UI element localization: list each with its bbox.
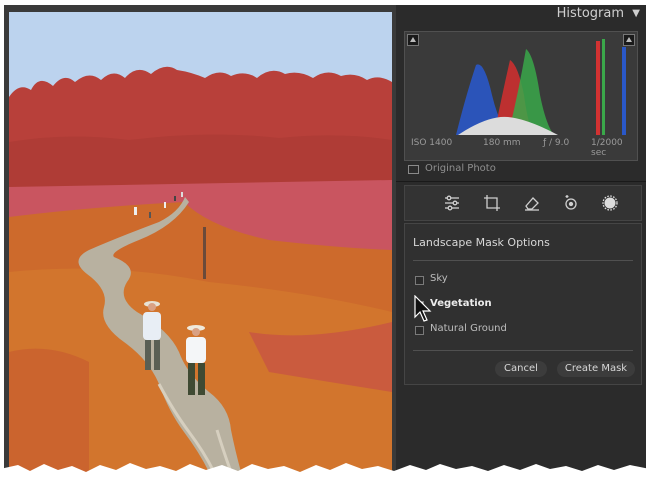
photo-canvas (4, 5, 396, 475)
masking-icon[interactable] (601, 194, 619, 212)
mouse-pointer-icon (414, 295, 432, 322)
landscape-mask-options: Landscape Mask Options Sky Vegetation Na… (404, 223, 642, 385)
sky-checkbox[interactable] (415, 276, 424, 285)
divider (413, 350, 633, 351)
original-photo-label: Original Photo (425, 163, 496, 174)
right-panel: Histogram ▼ ISO 1400 180 mm ƒ / 9.0 1/20… (396, 5, 646, 475)
redeye-icon[interactable] (562, 194, 580, 212)
collapse-triangle-icon[interactable]: ▼ (632, 8, 640, 19)
tool-strip (404, 185, 642, 221)
sliders-icon[interactable] (443, 194, 461, 212)
original-photo-toggle[interactable]: Original Photo (408, 163, 628, 177)
crop-icon[interactable] (483, 194, 501, 212)
divider (413, 260, 633, 261)
sky-label: Sky (430, 273, 448, 284)
option-vegetation[interactable]: Vegetation (413, 298, 613, 312)
iso-value: ISO 1400 (411, 138, 453, 148)
focal-length: 180 mm (483, 138, 521, 148)
aperture: ƒ / 9.0 (543, 138, 570, 148)
mask-options-title: Landscape Mask Options (413, 236, 550, 249)
exif-info: ISO 1400 180 mm ƒ / 9.0 1/2000 sec (411, 138, 631, 158)
original-photo-checkbox[interactable] (408, 165, 419, 174)
natural-ground-checkbox[interactable] (415, 326, 424, 335)
histogram-header[interactable]: Histogram ▼ (396, 5, 646, 25)
torn-edge-decoration (0, 463, 650, 480)
app-window: Histogram ▼ ISO 1400 180 mm ƒ / 9.0 1/20… (4, 5, 646, 475)
divider (396, 181, 646, 182)
cancel-button[interactable]: Cancel (495, 361, 547, 377)
vegetation-label: Vegetation (430, 298, 492, 309)
histogram: ISO 1400 180 mm ƒ / 9.0 1/2000 sec (404, 31, 638, 161)
shutter-speed: 1/2000 sec (591, 138, 623, 158)
masked-photo[interactable] (9, 12, 392, 472)
natural-ground-label: Natural Ground (430, 323, 507, 334)
eraser-icon[interactable] (523, 194, 541, 212)
histogram-title: Histogram (556, 6, 624, 21)
create-mask-button[interactable]: Create Mask (557, 361, 635, 377)
option-natural-ground[interactable]: Natural Ground (413, 323, 613, 337)
option-sky[interactable]: Sky (413, 273, 613, 287)
